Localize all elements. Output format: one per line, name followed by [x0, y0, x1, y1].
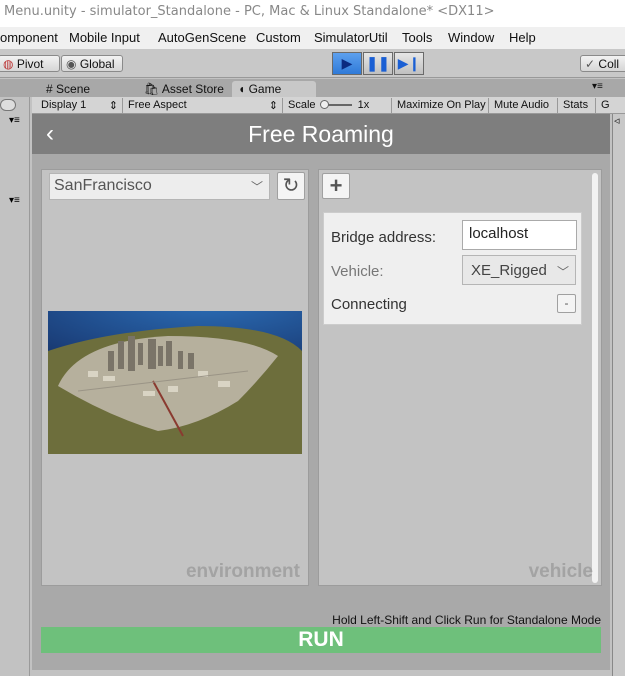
vehicle-dropdown[interactable]: XE_Rigged ﹀	[462, 255, 576, 285]
pacman-icon: ◖	[238, 82, 246, 96]
tab-scene-label: Scene	[56, 82, 91, 96]
maximize-toggle[interactable]: Maximize On Play	[393, 98, 489, 113]
check-icon: ✓	[585, 57, 596, 71]
pause-icon: ❚❚	[366, 55, 390, 71]
hash-icon: #	[46, 82, 53, 96]
collab-button[interactable]: ✓ Coll	[580, 55, 625, 72]
connection-status: Connecting	[331, 296, 407, 313]
panel-menu-icon[interactable]: ▾≡	[592, 81, 603, 92]
display-dropdown[interactable]: Display 1 ⇕	[37, 98, 123, 113]
global-button[interactable]: ◉ Global	[61, 55, 123, 72]
stats-toggle[interactable]: Stats	[559, 98, 596, 113]
window-title: Menu.unity - simulator_Standalone - PC, …	[0, 0, 625, 27]
remove-vehicle-button[interactable]: -	[557, 294, 576, 313]
collab-label: Coll	[598, 57, 620, 71]
vehicle-selected: XE_Rigged	[471, 262, 547, 279]
menu-window[interactable]: Window	[448, 30, 494, 45]
playback-controls: ▶ ❚❚ ▶❙	[332, 52, 424, 75]
global-label: Global	[79, 57, 115, 71]
scale-thumb[interactable]	[319, 100, 329, 110]
right-panel-strip: ◃	[612, 114, 625, 676]
bridge-address-label: Bridge address:	[331, 229, 437, 246]
scale-slider[interactable]: Scale 1x	[284, 98, 392, 113]
scale-track[interactable]	[319, 100, 352, 110]
refresh-icon: ↻	[282, 175, 300, 197]
globe-icon: ◉	[66, 57, 77, 71]
tab-game[interactable]: ◖ Game	[232, 81, 316, 97]
toggle-switch[interactable]	[0, 99, 16, 111]
menu-custom[interactable]: Custom	[256, 30, 301, 45]
menu-simulatorutil[interactable]: SimulatorUtil	[314, 30, 388, 45]
vehicle-card: Bridge address: localhost Vehicle: XE_Ri…	[323, 212, 582, 325]
menu-component[interactable]: omponent	[0, 30, 58, 45]
chevron-down-icon: ﹀	[556, 265, 569, 279]
game-view: ‹ Free Roaming SanFrancisco ﹀ ↻ environm…	[32, 114, 610, 670]
vehicle-panel: + Bridge address: localhost Vehicle: XE_…	[318, 169, 602, 586]
add-vehicle-button[interactable]: +	[322, 173, 350, 199]
main-toolbar: ◍ Pivot ◉ Global ✓ Coll	[0, 49, 625, 78]
bridge-address-input[interactable]: localhost	[462, 220, 577, 250]
app-header: ‹ Free Roaming	[32, 114, 610, 154]
vehicle-watermark: vehicle	[528, 561, 593, 582]
page-title: Free Roaming	[248, 121, 394, 147]
gizmos-dropdown[interactable]: G	[597, 98, 625, 113]
step-icon: ▶❙	[397, 55, 421, 71]
store-icon: 🛍︎	[144, 82, 160, 96]
play-icon: ▶	[341, 55, 353, 71]
menu-autogenscene[interactable]: AutoGenScene	[158, 30, 246, 45]
environment-selected: SanFrancisco	[54, 177, 152, 194]
updown-icon: ⇕	[108, 100, 118, 112]
left-panel-strip: ▾≡ ▾≡	[0, 97, 30, 676]
game-view-toolbar: Display 1 ⇕ Free Aspect ⇕ Scale 1x Maxim…	[32, 97, 625, 114]
scale-label: Scale	[288, 99, 316, 111]
menu-help[interactable]: Help	[509, 30, 536, 45]
display-label: Display 1	[41, 99, 87, 111]
mute-toggle[interactable]: Mute Audio	[490, 98, 558, 113]
pivot-icon: ◍	[3, 57, 14, 71]
run-button[interactable]: RUN	[41, 627, 601, 653]
scale-value: 1x	[357, 99, 370, 111]
aspect-label: Free Aspect	[128, 99, 187, 111]
environment-dropdown[interactable]: SanFrancisco ﹀	[49, 173, 270, 200]
pivot-label: Pivot	[16, 57, 44, 71]
city-preview-image	[48, 311, 302, 454]
vehicle-scrollbar[interactable]	[592, 173, 598, 583]
environment-watermark: environment	[185, 561, 300, 582]
lock-icon[interactable]: ◃	[614, 114, 620, 127]
updown-icon-2: ⇕	[268, 100, 278, 112]
tab-asset-store-label: Asset Store	[161, 82, 224, 96]
pause-button[interactable]: ❚❚	[363, 52, 393, 75]
standalone-hint: Hold Left-Shift and Click Run for Standa…	[332, 613, 601, 627]
plus-icon: +	[329, 173, 343, 198]
panel-menu-icon-1[interactable]: ▾≡	[9, 115, 20, 126]
step-button[interactable]: ▶❙	[394, 52, 424, 75]
play-button[interactable]: ▶	[332, 52, 362, 75]
menu-tools[interactable]: Tools	[402, 30, 432, 45]
panel-menu-icon-2[interactable]: ▾≡	[9, 195, 20, 206]
aspect-dropdown[interactable]: Free Aspect ⇕	[124, 98, 283, 113]
tab-row: # Scene 🛍︎ Asset Store ◖ Game ▾≡	[0, 79, 625, 97]
environment-panel: SanFrancisco ﹀ ↻ environment	[41, 169, 309, 586]
tab-scene[interactable]: # Scene	[40, 81, 96, 97]
pivot-button[interactable]: ◍ Pivot	[0, 55, 60, 72]
refresh-button[interactable]: ↻	[277, 172, 305, 200]
vehicle-label: Vehicle:	[331, 263, 384, 280]
chevron-down-icon: ﹀	[250, 180, 263, 194]
menu-mobile-input[interactable]: Mobile Input	[69, 30, 140, 45]
tab-asset-store[interactable]: 🛍︎ Asset Store	[138, 81, 230, 97]
tab-game-label: Game	[248, 82, 282, 96]
menu-bar: omponent Mobile Input AutoGenScene Custo…	[0, 27, 625, 49]
